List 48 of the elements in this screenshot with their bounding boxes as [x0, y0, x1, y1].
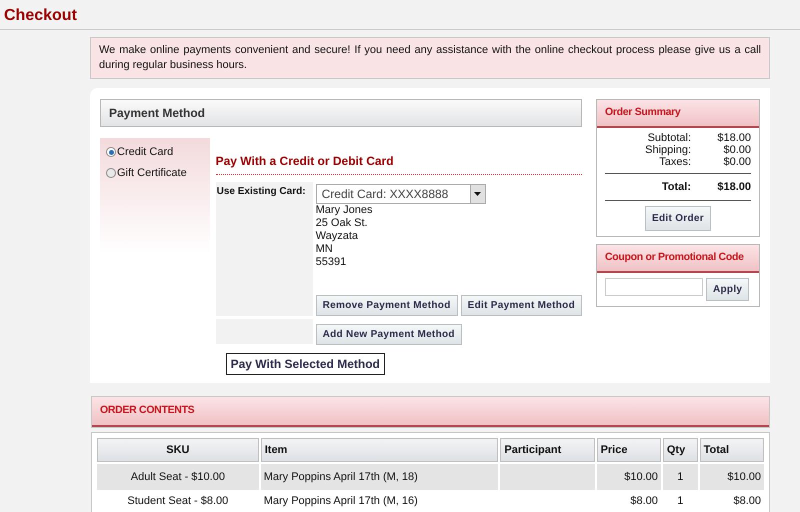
coupon-field[interactable]	[605, 278, 703, 296]
total-value: $18.00	[716, 180, 751, 195]
section-title: Pay With a Credit or Debit Card	[216, 152, 582, 175]
column-header: Qty	[662, 438, 698, 462]
address-line: Wayzata	[316, 230, 360, 243]
address-line: 25 Oak St.	[316, 217, 369, 230]
table-cell-text: Mary Poppins April 17th (M, 18)	[262, 470, 419, 484]
table-cell-text: 1	[676, 494, 684, 508]
table-cell-text: Adult Seat - $10.00	[130, 470, 226, 484]
panel-header: Order Summary	[597, 100, 759, 128]
card-select[interactable]: Credit Card: XXXX8888	[316, 184, 486, 204]
edit-order-button[interactable]: Edit Order	[645, 206, 711, 232]
notice-banner: We make online payments convenient and secure! If you need any assistance with the online checkout process please give us a call during regular business hours.	[90, 37, 770, 79]
table-cell-text: $10.00	[623, 470, 659, 484]
address-line: Mary Jones	[316, 204, 374, 217]
radio-option[interactable]: Gift Certificate	[106, 164, 210, 181]
table-cell-text: $8.00	[629, 494, 659, 508]
card-action-button[interactable]: Remove Payment Method	[316, 295, 458, 316]
field-label: Use Existing Card:	[216, 186, 306, 197]
table-cell-text: $10.00	[726, 470, 762, 484]
section-header: Payment Method	[100, 99, 582, 127]
column-header: Participant	[500, 438, 595, 462]
page-title: Checkout	[4, 6, 78, 26]
dropdown-icon	[470, 185, 485, 203]
table-cell-text: 1	[676, 470, 684, 484]
summary-value: $0.00	[722, 144, 751, 156]
address-line: MN	[316, 243, 334, 256]
panel-header: Coupon or Promotional Code	[597, 245, 759, 273]
table-cell-text: Mary Poppins April 17th (M, 16)	[262, 494, 419, 508]
pay-button[interactable]: Pay With Selected Method	[226, 353, 385, 375]
table-cell-text: $8.00	[732, 494, 762, 508]
apply-button[interactable]: Apply	[706, 278, 750, 301]
summary-value: $18.00	[716, 132, 751, 144]
card-action-button[interactable]: Edit Payment Method	[460, 295, 582, 316]
summary-label: Taxes:	[658, 156, 691, 168]
panel-header: ORDER CONTENTS	[92, 397, 769, 427]
summary-label: Shipping:	[644, 144, 691, 156]
column-header: Price	[596, 438, 661, 462]
summary-value: $0.00	[722, 156, 751, 168]
add-payment-button[interactable]: Add New Payment Method	[316, 324, 462, 345]
radio-option[interactable]: Credit Card	[106, 144, 210, 160]
column-header: SKU	[97, 438, 259, 462]
address-line: 55391	[316, 256, 348, 269]
table-cell-text: Student Seat - $8.00	[126, 494, 230, 508]
total-label: Total:	[660, 180, 691, 195]
column-header: Total	[700, 438, 764, 462]
summary-label: Subtotal:	[646, 132, 691, 144]
column-header: Item	[260, 438, 498, 462]
